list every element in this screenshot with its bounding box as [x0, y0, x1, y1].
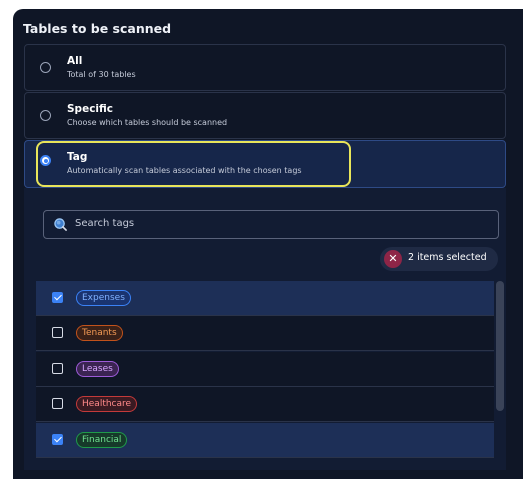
- items-selected-label: 2 items selected: [408, 252, 487, 263]
- tag-row-financial[interactable]: Financial: [36, 423, 494, 458]
- tag-list-scrollbar[interactable]: [494, 281, 506, 462]
- option-all-description: Total of 30 tables: [67, 70, 136, 79]
- option-all[interactable]: All Total of 30 tables: [24, 44, 506, 91]
- radio-all[interactable]: [40, 62, 51, 73]
- clear-selection-button[interactable]: ✕: [384, 250, 402, 268]
- tag-row-tenants[interactable]: Tenants: [36, 316, 494, 351]
- option-specific-description: Choose which tables should be scanned: [67, 118, 228, 127]
- tag-row-expenses[interactable]: Expenses: [36, 281, 494, 316]
- checkbox-tenants[interactable]: [52, 327, 63, 338]
- tag-option-highlight: [36, 141, 351, 187]
- search-placeholder: Search tags: [75, 218, 135, 229]
- option-specific-title: Specific: [67, 103, 114, 115]
- option-specific[interactable]: Specific Choose which tables should be s…: [24, 92, 506, 139]
- radio-specific[interactable]: [40, 110, 51, 121]
- tag-row-leases[interactable]: Leases: [36, 352, 494, 387]
- checkbox-healthcare[interactable]: [52, 398, 63, 409]
- checkbox-financial[interactable]: [52, 434, 63, 445]
- tag-pill-financial: Financial: [76, 432, 128, 448]
- scrollbar-thumb[interactable]: [496, 281, 504, 411]
- search-icon: [54, 218, 67, 231]
- section-title: Tables to be scanned: [23, 21, 172, 36]
- tag-pill-healthcare: Healthcare: [76, 396, 138, 412]
- tag-pill-expenses: Expenses: [76, 290, 131, 306]
- tag-pill-leases: Leases: [76, 361, 119, 377]
- search-tags-input[interactable]: Search tags: [43, 210, 499, 239]
- close-icon: ✕: [388, 252, 398, 265]
- tag-pill-tenants: Tenants: [76, 325, 123, 341]
- tag-row-healthcare[interactable]: Healthcare: [36, 387, 494, 422]
- checkbox-leases[interactable]: [52, 363, 63, 374]
- option-all-title: All: [67, 55, 83, 67]
- checkbox-expenses[interactable]: [52, 292, 63, 303]
- items-selected-badge: ✕ 2 items selected: [380, 247, 498, 271]
